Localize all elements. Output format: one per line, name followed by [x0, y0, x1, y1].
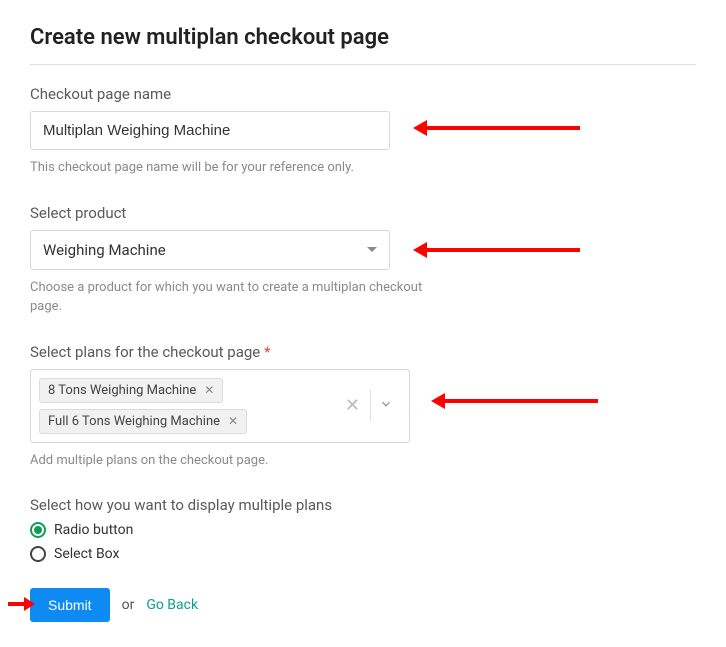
- annotation-arrow: [425, 248, 580, 252]
- chevron-down-icon[interactable]: [371, 396, 401, 415]
- radio-icon: [30, 522, 46, 538]
- plans-label-text: Select plans for the checkout page: [30, 343, 260, 361]
- plan-chip: Full 6 Tons Weighing Machine ✕: [39, 409, 247, 434]
- required-asterisk: *: [264, 343, 270, 361]
- go-back-link[interactable]: Go Back: [146, 597, 198, 613]
- name-field: Checkout page name This checkout page na…: [30, 85, 696, 178]
- plans-multiselect[interactable]: 8 Tons Weighing Machine ✕ Full 6 Tons We…: [30, 369, 410, 443]
- name-label: Checkout page name: [30, 85, 696, 103]
- radio-label: Radio button: [54, 522, 133, 538]
- radio-option[interactable]: Select Box: [30, 546, 696, 562]
- product-value: Weighing Machine: [43, 241, 166, 259]
- page-title: Create new multiplan checkout page: [30, 25, 696, 50]
- multiselect-controls: ✕: [327, 370, 409, 442]
- radio-label: Select Box: [54, 546, 119, 562]
- close-icon[interactable]: ✕: [204, 383, 214, 397]
- annotation-arrow: [8, 602, 26, 606]
- product-select[interactable]: Weighing Machine: [30, 230, 390, 270]
- plan-chip: 8 Tons Weighing Machine ✕: [39, 378, 223, 403]
- product-label: Select product: [30, 204, 696, 222]
- display-label: Select how you want to display multiple …: [30, 496, 696, 514]
- chip-label: Full 6 Tons Weighing Machine: [48, 414, 220, 429]
- close-icon[interactable]: ✕: [228, 414, 238, 428]
- annotation-arrow: [443, 399, 598, 403]
- name-helper: This checkout page name will be for your…: [30, 158, 430, 178]
- submit-button[interactable]: Submit: [30, 588, 110, 622]
- actions-row: Submit or Go Back: [30, 588, 696, 622]
- name-input[interactable]: [30, 111, 390, 150]
- clear-all-icon[interactable]: ✕: [335, 395, 370, 416]
- product-helper: Choose a product for which you want to c…: [30, 278, 430, 317]
- plans-label: Select plans for the checkout page *: [30, 343, 696, 361]
- chips-area: 8 Tons Weighing Machine ✕ Full 6 Tons We…: [31, 370, 327, 442]
- divider: [30, 64, 696, 65]
- product-field: Select product Weighing Machine Choose a…: [30, 204, 696, 317]
- annotation-arrow: [425, 126, 580, 130]
- display-field: Select how you want to display multiple …: [30, 496, 696, 562]
- plans-field: Select plans for the checkout page * 8 T…: [30, 343, 696, 471]
- plans-helper: Add multiple plans on the checkout page.: [30, 451, 430, 471]
- or-text: or: [122, 597, 135, 613]
- chip-label: 8 Tons Weighing Machine: [48, 383, 196, 398]
- radio-icon: [30, 546, 46, 562]
- radio-option[interactable]: Radio button: [30, 522, 696, 538]
- chevron-down-icon: [367, 247, 377, 252]
